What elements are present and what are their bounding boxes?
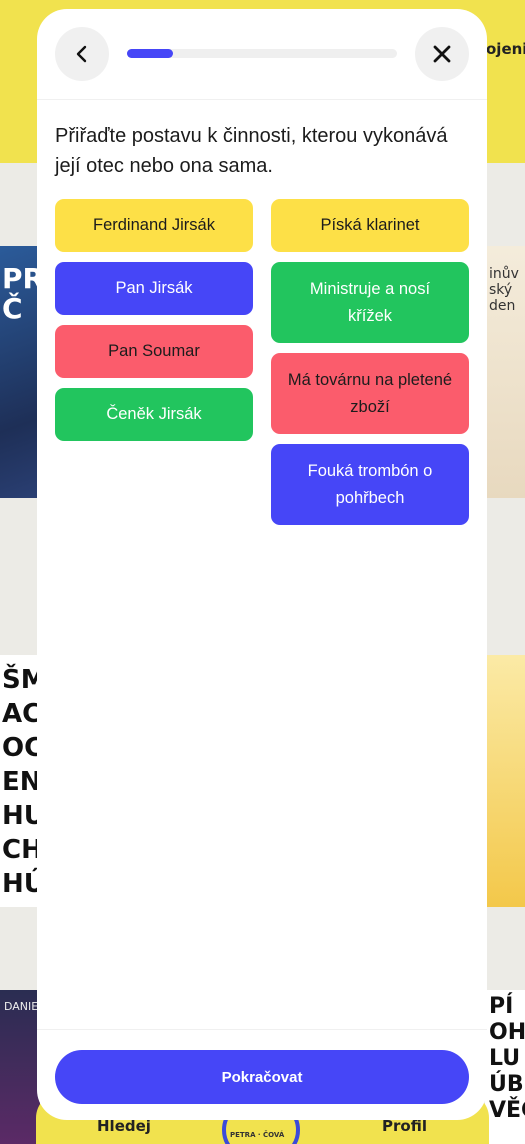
book-cover: PRA Č — [0, 246, 40, 498]
match-card-left[interactable]: Čeněk Jirsák — [55, 388, 253, 441]
close-button[interactable] — [415, 27, 469, 81]
progress-bar — [127, 49, 397, 58]
book-cover — [485, 655, 525, 907]
match-card-left[interactable]: Ferdinand Jirsák — [55, 199, 253, 252]
match-card-right[interactable]: Ministruje a nosí křížek — [271, 262, 469, 343]
characters-column: Ferdinand Jirsák Pan Jirsák Pan Soumar Č… — [55, 199, 253, 441]
match-card-left[interactable]: Pan Jirsák — [55, 262, 253, 315]
match-card-left[interactable]: Pan Soumar — [55, 325, 253, 378]
modal-footer: Pokračovat — [37, 1029, 487, 1120]
modal-header — [37, 9, 487, 100]
book-cover: inův ský den — [485, 246, 525, 498]
book-cover: DANIEL — [0, 990, 40, 1144]
background-header-text: ojeni — [486, 40, 525, 58]
book-cover: ŠM ACI OCÍ ENI HUF CHI HÚ — [0, 655, 40, 907]
question-prompt: Přiřaďte postavu k činnosti, kterou vyko… — [55, 125, 448, 177]
progress-bar-fill — [127, 49, 173, 58]
match-card-right[interactable]: Fouká trombón o pohřbech — [271, 444, 469, 525]
close-icon — [433, 45, 451, 63]
book-cover: PÍ OHO LU ÚBU VĚCH — [485, 990, 525, 1144]
nav-logo-text: PETRA · ČOVÁ — [230, 1131, 285, 1139]
back-button[interactable] — [55, 27, 109, 81]
match-card-right[interactable]: Má továrnu na pletené zboží — [271, 353, 469, 434]
match-card-right[interactable]: Píská klarinet — [271, 199, 469, 252]
continue-button[interactable]: Pokračovat — [55, 1050, 469, 1104]
matching-quiz-modal: Přiřaďte postavu k činnosti, kterou vyko… — [37, 9, 487, 1120]
chevron-left-icon — [76, 45, 87, 63]
activities-column: Píská klarinet Ministruje a nosí křížek … — [271, 199, 469, 525]
